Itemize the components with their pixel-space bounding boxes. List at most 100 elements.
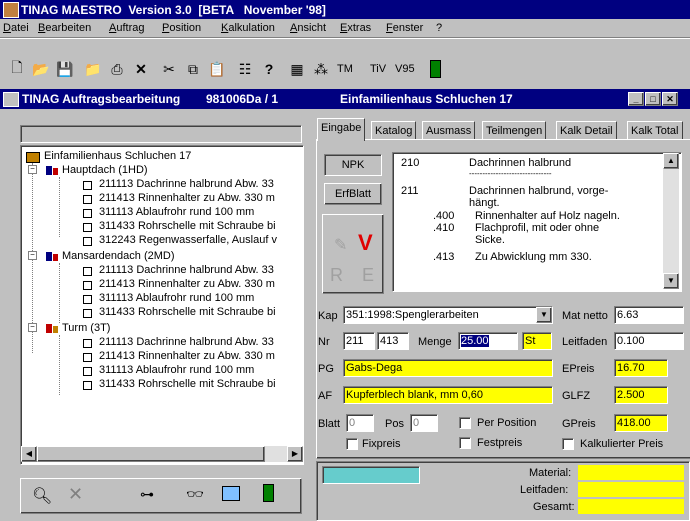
unit-field[interactable]: St xyxy=(522,332,552,350)
menu-datei[interactable]: Datei xyxy=(3,22,29,34)
tree-item[interactable]: 311113 Ablaufrohr rund 100 mm xyxy=(99,205,254,219)
menu-ansicht[interactable]: Ansicht xyxy=(290,22,326,34)
tree-horizontal-scrollbar[interactable]: ◀ ▶ xyxy=(21,446,303,462)
paste-icon[interactable]: 📋 xyxy=(206,58,228,80)
tree-item[interactable]: 211113 Dachrinne halbrund Abw. 33 xyxy=(99,263,274,277)
item-checkbox[interactable] xyxy=(83,281,92,290)
edit-icon[interactable]: ✎ xyxy=(334,235,347,255)
menu-bearbeiten[interactable]: Bearbeiten xyxy=(38,22,91,34)
leitfaden-field[interactable]: 0.100 xyxy=(614,332,684,350)
kalkulierter-preis-checkbox[interactable] xyxy=(562,438,574,450)
tree-root[interactable]: Einfamilienhaus Schluchen 17 xyxy=(44,149,191,163)
delete-tree-icon[interactable]: ✕ xyxy=(68,484,83,505)
chevron-down-icon[interactable]: ▼ xyxy=(536,307,552,323)
search-icon[interactable]: 🔍︎ xyxy=(32,486,52,506)
scroll-down-button[interactable]: ▼ xyxy=(663,273,679,289)
maximize-button[interactable]: □ xyxy=(645,92,661,106)
print-icon[interactable]: ⎙ xyxy=(106,58,128,80)
r-button[interactable]: R xyxy=(330,265,343,286)
fixpreis-checkbox[interactable] xyxy=(346,438,358,450)
pg-field[interactable]: Gabs-Dega xyxy=(343,359,553,377)
menu-fenster[interactable]: Fenster xyxy=(386,22,423,34)
app-icon[interactable] xyxy=(3,2,19,18)
item-checkbox[interactable] xyxy=(83,295,92,304)
tree-item[interactable]: 311113 Ablaufrohr rund 100 mm xyxy=(99,291,254,305)
per-position-checkbox[interactable] xyxy=(459,417,471,429)
delete-icon[interactable]: ✕ xyxy=(130,58,152,80)
close-button[interactable]: ✕ xyxy=(662,92,678,106)
v-button[interactable]: V xyxy=(358,230,373,256)
tab-teilmengen[interactable]: Teilmengen xyxy=(482,121,547,140)
glfz-field[interactable]: 2.500 xyxy=(614,386,668,404)
festpreis-checkbox[interactable] xyxy=(459,437,471,449)
collapse-icon[interactable]: − xyxy=(28,323,37,332)
cut-icon[interactable]: ✂ xyxy=(158,58,180,80)
nr-field-1[interactable]: 211 xyxy=(343,332,375,350)
tree-item[interactable]: 312243 Regenwasserfalle, Auslauf v xyxy=(99,233,277,247)
menu-kalkulation[interactable]: Kalkulation xyxy=(221,22,275,34)
help-icon[interactable]: ? xyxy=(258,58,280,80)
tree-item[interactable]: 311113 Ablaufrohr rund 100 mm xyxy=(99,363,254,377)
item-checkbox[interactable] xyxy=(83,381,92,390)
tab-ausmass[interactable]: Ausmass xyxy=(422,121,476,140)
scroll-left-button[interactable]: ◀ xyxy=(21,446,37,462)
item-checkbox[interactable] xyxy=(83,181,92,190)
network-icon[interactable]: ⁂ xyxy=(310,58,332,80)
folders-icon[interactable]: 📁 xyxy=(82,58,104,80)
tree-item[interactable]: 311433 Rohrschelle mit Schraube bi xyxy=(99,219,276,233)
tab-kalk-detail[interactable]: Kalk Detail xyxy=(556,121,617,140)
binoculars-icon[interactable]: 👓︎ xyxy=(186,486,204,503)
tv-button[interactable]: TiV xyxy=(370,63,386,75)
item-checkbox[interactable] xyxy=(83,223,92,232)
af-field[interactable]: Kupferblech blank, mm 0,60 xyxy=(343,386,553,404)
tree-item[interactable]: 311433 Rohrschelle mit Schraube bi xyxy=(99,377,276,391)
tree-item[interactable]: 211413 Rinnenhalter zu Abw. 330 m xyxy=(99,191,275,205)
blatt-field[interactable]: 0 xyxy=(346,414,374,432)
nr-field-2[interactable]: 413 xyxy=(377,332,409,350)
menu-help[interactable]: ? xyxy=(436,22,442,34)
mat-netto-field[interactable]: 6.63 xyxy=(614,306,684,324)
tree-group-hauptdach[interactable]: Hauptdach (1HD) xyxy=(62,163,148,177)
erfblatt-button[interactable]: ErfBlatt xyxy=(324,183,382,205)
menu-auftrag[interactable]: Auftrag xyxy=(109,22,144,34)
menu-extras[interactable]: Extras xyxy=(340,22,371,34)
calculator-icon[interactable]: ▦ xyxy=(286,58,308,80)
properties-icon[interactable]: ☷ xyxy=(234,58,256,80)
gpreis-field[interactable]: 418.00 xyxy=(614,414,668,432)
tab-eingabe[interactable]: Eingabe xyxy=(317,118,366,141)
save-icon[interactable]: 💾 xyxy=(54,58,76,80)
kap-select[interactable]: 351:1998:Spenglerarbeiten ▼ xyxy=(343,306,553,324)
tree-item[interactable]: 211113 Dachrinne halbrund Abw. 33 xyxy=(99,177,274,191)
tree-item[interactable]: 211413 Rinnenhalter zu Abw. 330 m xyxy=(99,277,275,291)
text-scrollbar[interactable]: ▲ ▼ xyxy=(663,153,679,289)
child-icon[interactable] xyxy=(3,92,19,107)
hierarchy-icon[interactable]: ⊶ xyxy=(140,486,154,503)
tree-item[interactable]: 211113 Dachrinne halbrund Abw. 33 xyxy=(99,335,274,349)
new-icon[interactable]: 🗋 xyxy=(6,58,28,80)
tree-group-mansardendach[interactable]: Mansardendach (2MD) xyxy=(62,249,175,263)
e-button[interactable]: E xyxy=(362,265,374,286)
pos-field[interactable]: 0 xyxy=(410,414,438,432)
copy-icon[interactable]: ⧉ xyxy=(182,58,204,80)
project-tree[interactable]: Einfamilienhaus Schluchen 17 − Hauptdach… xyxy=(20,145,304,465)
tab-kalk-total[interactable]: Kalk Total xyxy=(627,121,683,140)
position-text-box[interactable]: 210 Dachrinnen halbrund ----------------… xyxy=(392,152,682,292)
scroll-right-button[interactable]: ▶ xyxy=(287,446,303,462)
item-checkbox[interactable] xyxy=(83,309,92,318)
item-checkbox[interactable] xyxy=(83,267,92,276)
item-checkbox[interactable] xyxy=(83,367,92,376)
tree-group-turm[interactable]: Turm (3T) xyxy=(62,321,110,335)
item-checkbox[interactable] xyxy=(83,353,92,362)
item-checkbox[interactable] xyxy=(83,209,92,218)
item-checkbox[interactable] xyxy=(83,237,92,246)
collapse-icon[interactable]: − xyxy=(28,165,37,174)
npk-button[interactable]: NPK xyxy=(324,154,382,176)
menge-field[interactable]: 25.00 xyxy=(458,332,518,350)
tree-item[interactable]: 311433 Rohrschelle mit Schraube bi xyxy=(99,305,276,319)
menu-position[interactable]: Position xyxy=(162,22,201,34)
item-checkbox[interactable] xyxy=(83,339,92,348)
epreis-field[interactable]: 16.70 xyxy=(614,359,668,377)
picture-icon[interactable] xyxy=(222,486,240,501)
item-checkbox[interactable] xyxy=(83,195,92,204)
exit-icon[interactable] xyxy=(263,484,274,502)
